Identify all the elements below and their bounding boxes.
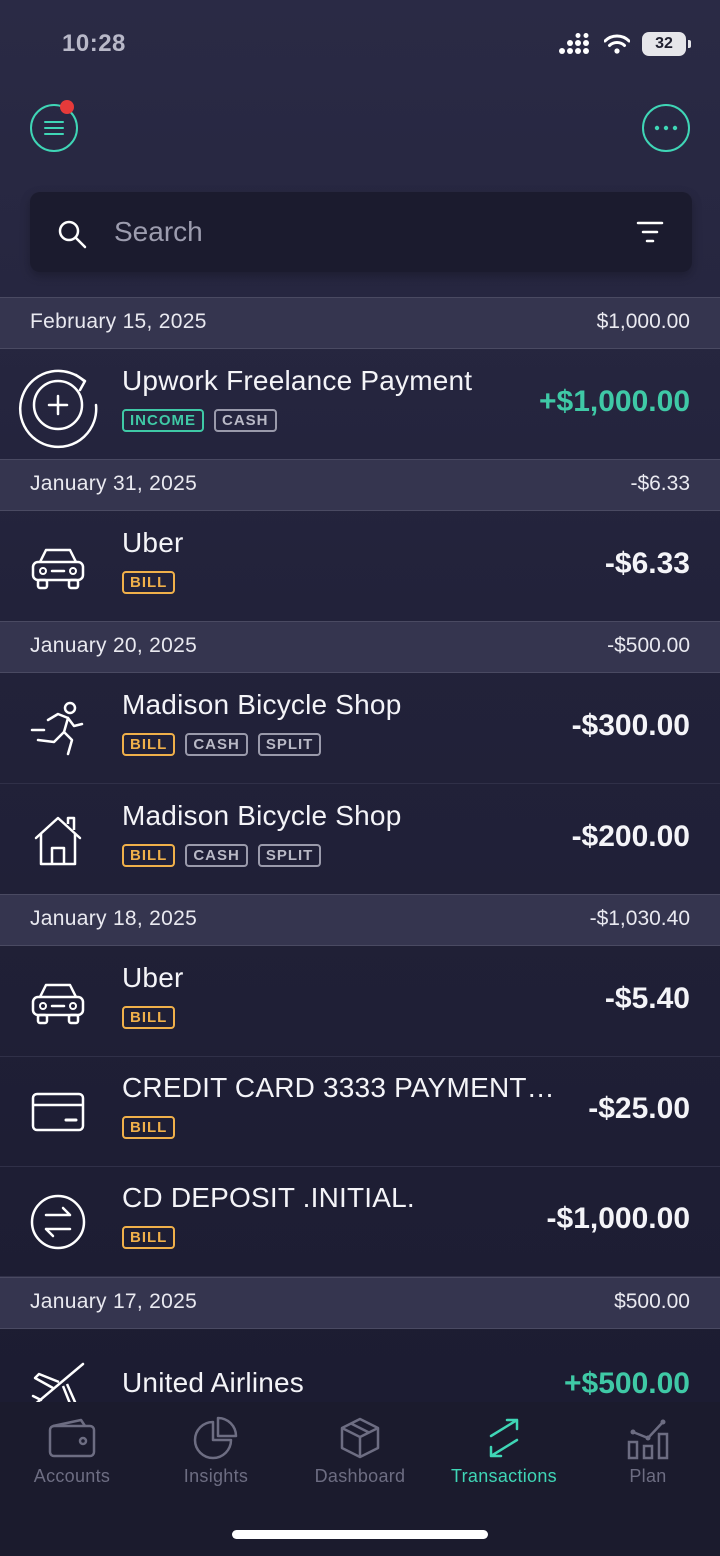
- menu-icon: [44, 121, 64, 135]
- wallet-icon: [48, 1418, 96, 1458]
- transaction-name: CD DEPOSIT .INITIAL.: [122, 1182, 415, 1213]
- filter-icon[interactable]: [636, 220, 664, 244]
- date-label: January 17, 2025: [30, 1290, 198, 1313]
- date-total: $1,000.00: [596, 310, 690, 333]
- transaction-amount: -$200.00: [571, 820, 690, 853]
- transaction-tags: BILL: [122, 1116, 176, 1139]
- income-tag: INCOME: [122, 409, 204, 432]
- cash-tag: CASH: [214, 409, 277, 432]
- tab-label: Insights: [183, 1466, 249, 1486]
- battery-indicator: 32: [642, 32, 691, 56]
- bill-tag: BILL: [122, 844, 176, 867]
- transaction-tags: BILL CASH SPLIT: [122, 844, 322, 867]
- running-icon: [26, 701, 90, 757]
- status-time: 10:28: [62, 30, 126, 57]
- split-tag: SPLIT: [257, 733, 322, 756]
- transfer-icon: [26, 1194, 90, 1250]
- date-header: January 17, 2025 $500.00: [0, 1277, 720, 1329]
- credit-card-icon: [26, 1084, 90, 1140]
- transaction-row[interactable]: Madison Bicycle Shop BILL CASH SPLIT -$2…: [0, 784, 720, 895]
- transaction-tags: BILL: [122, 1226, 176, 1249]
- notification-dot: [60, 100, 74, 114]
- status-indicators: 32: [558, 32, 691, 56]
- transaction-name: Madison Bicycle Shop: [122, 689, 402, 720]
- date-label: January 18, 2025: [30, 907, 198, 930]
- date-total: -$500.00: [607, 634, 690, 657]
- transaction-row[interactable]: Madison Bicycle Shop BILL CASH SPLIT -$3…: [0, 673, 720, 784]
- search-input[interactable]: Search: [114, 216, 203, 248]
- tab-label: Plan: [629, 1466, 667, 1486]
- cash-tag: CASH: [185, 844, 248, 867]
- bill-tag: BILL: [122, 1226, 176, 1249]
- split-tag: SPLIT: [257, 844, 322, 867]
- transaction-amount: -$25.00: [588, 1092, 690, 1125]
- date-total: -$1,030.40: [589, 907, 690, 930]
- transaction-row[interactable]: Upwork Freelance Payment INCOME CASH +$1…: [0, 349, 720, 460]
- transaction-tags: INCOME CASH: [122, 409, 277, 432]
- transaction-tags: BILL: [122, 571, 176, 594]
- date-label: January 31, 2025: [30, 472, 198, 495]
- transaction-tags: BILL: [122, 1006, 176, 1029]
- search-bar[interactable]: Search: [30, 192, 692, 272]
- date-label: January 20, 2025: [30, 634, 198, 657]
- pie-chart-icon: [193, 1416, 238, 1460]
- transaction-amount: -$5.40: [604, 982, 690, 1015]
- ellipsis-icon: [654, 125, 678, 131]
- tab-dashboard[interactable]: Dashboard: [288, 1416, 432, 1487]
- tab-insights[interactable]: Insights: [144, 1416, 288, 1487]
- transaction-name: United Airlines: [122, 1367, 304, 1398]
- transaction-row[interactable]: CD DEPOSIT .INITIAL. BILL -$1,000.00: [0, 1166, 720, 1277]
- tab-label: Transactions: [451, 1466, 557, 1486]
- tab-transactions[interactable]: Transactions: [432, 1416, 576, 1487]
- transaction-amount: +$1,000.00: [539, 385, 690, 418]
- transaction-name: Uber: [122, 527, 184, 558]
- transaction-row[interactable]: CREDIT CARD 3333 PAYMENT… BILL -$25.00: [0, 1056, 720, 1167]
- signal-icon: [559, 33, 589, 54]
- transaction-row[interactable]: Uber BILL -$6.33: [0, 511, 720, 622]
- transaction-amount: -$300.00: [571, 709, 690, 742]
- date-header: January 31, 2025 -$6.33: [0, 459, 720, 511]
- cash-tag: CASH: [185, 733, 248, 756]
- date-total: -$6.33: [630, 472, 690, 495]
- tab-accounts[interactable]: Accounts: [0, 1416, 144, 1487]
- bill-tag: BILL: [122, 1006, 176, 1029]
- transaction-name: Uber: [122, 962, 184, 993]
- transaction-row[interactable]: Uber BILL -$5.40: [0, 946, 720, 1057]
- transaction-name: Upwork Freelance Payment: [122, 365, 473, 396]
- transaction-amount: +$500.00: [564, 1367, 690, 1400]
- more-options-button[interactable]: [642, 104, 690, 152]
- tab-label: Dashboard: [314, 1466, 406, 1486]
- house-icon: [26, 812, 90, 868]
- date-header: January 20, 2025 -$500.00: [0, 621, 720, 673]
- date-header: January 18, 2025 -$1,030.40: [0, 894, 720, 946]
- bill-tag: BILL: [122, 571, 176, 594]
- cube-icon: [340, 1417, 380, 1459]
- date-total: $500.00: [614, 1290, 690, 1313]
- car-icon: [26, 974, 90, 1030]
- bill-tag: BILL: [122, 1116, 176, 1139]
- tab-plan[interactable]: Plan: [576, 1416, 720, 1487]
- transaction-amount: -$6.33: [604, 547, 690, 580]
- bar-chart-icon: [627, 1419, 669, 1460]
- transaction-amount: -$1,000.00: [546, 1202, 690, 1235]
- search-icon: [58, 220, 87, 249]
- transaction-name: CREDIT CARD 3333 PAYMENT…: [122, 1072, 555, 1103]
- date-header: February 15, 2025 $1,000.00: [0, 297, 720, 349]
- date-label: February 15, 2025: [30, 310, 207, 333]
- bill-tag: BILL: [122, 733, 176, 756]
- income-cycle-icon: [14, 361, 102, 449]
- car-icon: [26, 539, 90, 595]
- transaction-name: Madison Bicycle Shop: [122, 800, 402, 831]
- arrows-icon: [489, 1418, 519, 1458]
- home-indicator: [232, 1530, 488, 1539]
- wifi-icon: [604, 34, 630, 54]
- tab-label: Accounts: [33, 1466, 111, 1486]
- transaction-tags: BILL CASH SPLIT: [122, 733, 322, 756]
